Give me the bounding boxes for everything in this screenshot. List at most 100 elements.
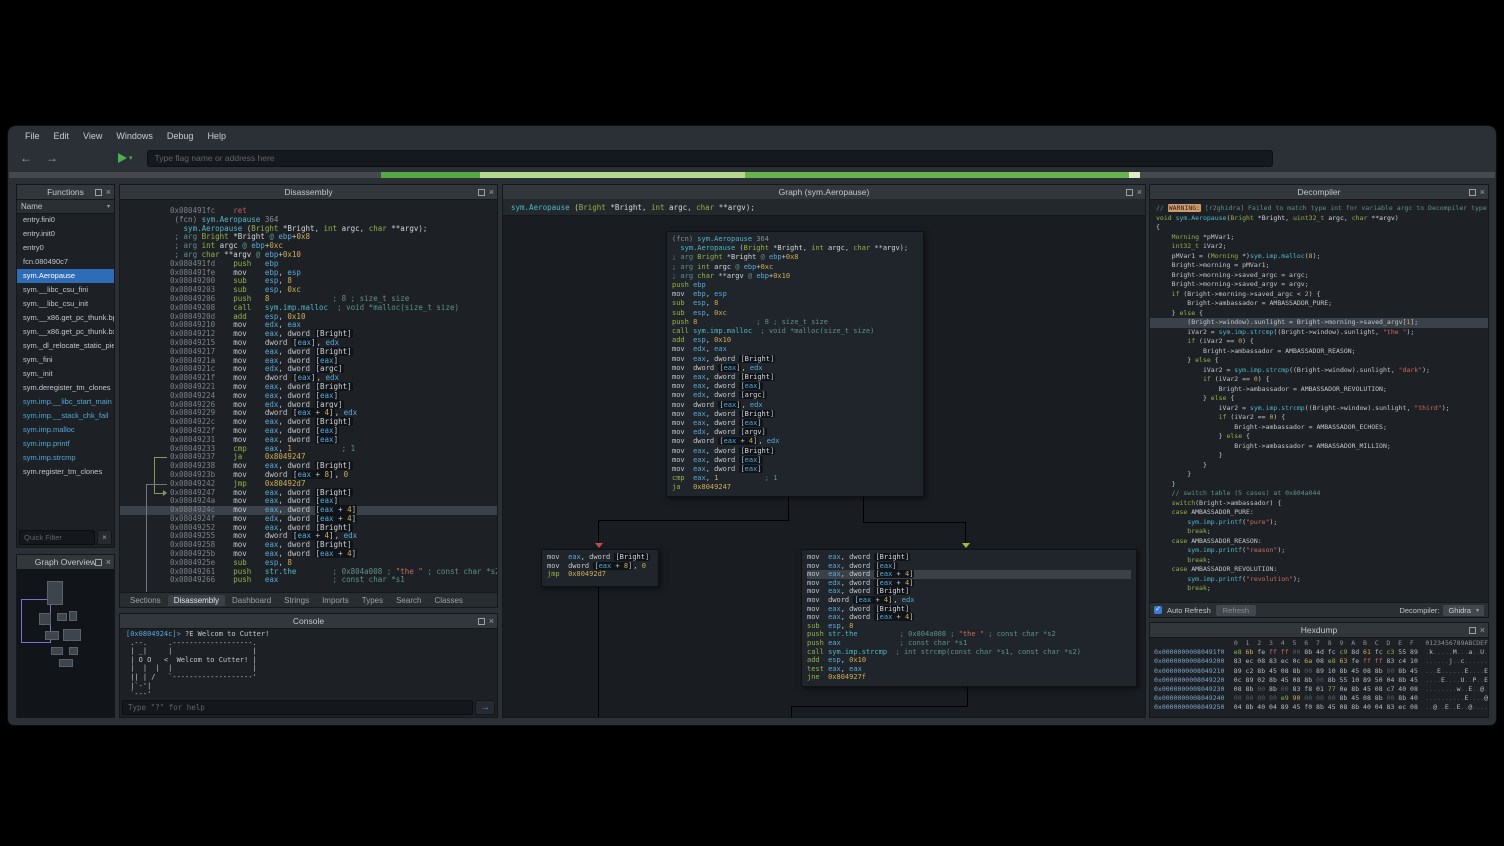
- graph-node-line[interactable]: mov eax, dword [Bright]: [672, 373, 918, 382]
- graph-node-line[interactable]: mov eax, dword [eax]: [672, 465, 918, 474]
- graph-node-line[interactable]: mov eax, dword [eax]: [807, 562, 1131, 571]
- undock-icon[interactable]: [1469, 189, 1476, 196]
- tab-classes[interactable]: Classes: [428, 595, 468, 606]
- graph-node-line[interactable]: call sym.imp.strcmp ; int strcmp(const c…: [807, 648, 1131, 657]
- decompiler-line[interactable]: Bright->ambassador = AMBASSADOR_PURE;: [1150, 299, 1488, 309]
- graph-node-line[interactable]: mov dword [eax + 8], 0: [547, 562, 653, 571]
- decompiler-line[interactable]: }: [1150, 451, 1488, 461]
- menu-item-debug[interactable]: Debug: [160, 129, 201, 143]
- function-list-item[interactable]: sym.imp.strcmp: [17, 451, 114, 465]
- memory-map-bar[interactable]: [9, 172, 1495, 178]
- function-list-item[interactable]: sym.imp.__libc_start_main: [17, 395, 114, 409]
- address-input[interactable]: [147, 150, 1273, 167]
- decompiler-line[interactable]: if (Bright->morning->saved_argc < 2) {: [1150, 290, 1488, 300]
- graph-node-line[interactable]: mov dword [eax], edx: [672, 401, 918, 410]
- decompiler-line[interactable]: iVar2 = sym.imp.strcmp((Bright->window).…: [1150, 366, 1488, 376]
- decompiler-line[interactable]: switch(Bright->ambassador) {: [1150, 499, 1488, 509]
- graph-node-line[interactable]: mov edx, dword [eax + 4]: [807, 579, 1131, 588]
- decompiler-line[interactable]: // switch table (5 cases) at 0x804a044: [1150, 489, 1488, 499]
- decompiler-line[interactable]: sym.imp.printf("reason");: [1150, 546, 1488, 556]
- tab-disassembly[interactable]: Disassembly: [168, 595, 225, 606]
- function-list-item[interactable]: sym.__x86.get_pc_thunk.bx: [17, 325, 114, 339]
- console-line[interactable]: .--. .-------------------.: [126, 639, 495, 648]
- graph-node-line[interactable]: add esp, 0x10: [807, 656, 1131, 665]
- graph-node-entry[interactable]: (fcn) sym.Aeropause 364 sym.Aeropause (B…: [666, 231, 924, 497]
- graph-node-line[interactable]: mov dword [eax + 4], edx: [672, 437, 918, 446]
- decompiler-line[interactable]: }: [1150, 461, 1488, 471]
- function-list-item[interactable]: sym.__libc_csu_init: [17, 297, 114, 311]
- menu-item-edit[interactable]: Edit: [47, 129, 77, 143]
- decompiler-line[interactable]: sym.imp.printf("revolution");: [1150, 575, 1488, 585]
- continue-button[interactable]: ▾: [118, 153, 133, 163]
- decompiler-line[interactable]: } else {: [1150, 394, 1488, 404]
- graph-node-line[interactable]: sub esp, 0xc: [672, 309, 918, 318]
- graph-node-line[interactable]: mov eax, dword [Bright]: [547, 553, 653, 562]
- tab-search[interactable]: Search: [390, 595, 427, 606]
- close-icon[interactable]: ×: [489, 188, 494, 197]
- graph-node-line[interactable]: mov dword [eax], edx: [672, 364, 918, 373]
- decompiler-line[interactable]: Bright->ambassador = AMBASSADOR_MILLION;: [1150, 442, 1488, 452]
- hexdump-row[interactable]: 0x00000000080492200c 89 02 8b 45 08 8b 0…: [1150, 676, 1488, 685]
- function-list-item[interactable]: sym.__libc_csu_fini: [17, 283, 114, 297]
- graph-node-line[interactable]: mov edx, eax: [672, 345, 918, 354]
- tab-dashboard[interactable]: Dashboard: [226, 595, 277, 606]
- close-icon[interactable]: ×: [1137, 188, 1142, 197]
- functions-column-header[interactable]: Name ▾: [17, 200, 114, 214]
- clear-filter-button[interactable]: ×: [97, 530, 112, 545]
- decompiler-line[interactable]: iVar2 = sym.imp.strcmp((Bright->window).…: [1150, 328, 1488, 338]
- decompiler-line[interactable]: void sym.Aeropause(Bright *Bright, uint3…: [1150, 214, 1488, 224]
- decompiler-line[interactable]: Bright->ambassador = AMBASSADOR_REVOLUTI…: [1150, 385, 1488, 395]
- close-icon[interactable]: ×: [489, 617, 494, 626]
- decompiler-line[interactable]: if (iVar2 == 0) {: [1150, 375, 1488, 385]
- function-list-item[interactable]: sym._init: [17, 367, 114, 381]
- hexdump-row[interactable]: 0x000000000804920083 ec 08 83 ec 0c 6a 0…: [1150, 657, 1488, 666]
- decompiler-line[interactable]: Bright->morning->saved_argc = argc;: [1150, 271, 1488, 281]
- graph-node-line[interactable]: sub esp, 8: [672, 299, 918, 308]
- decompiler-line[interactable]: int32_t iVar2;: [1150, 242, 1488, 252]
- graph-node-line[interactable]: mov eax, dword [Bright]: [672, 410, 918, 419]
- graph-node-line[interactable]: mov ebp, esp: [672, 290, 918, 299]
- decompiler-line[interactable]: Bright->ambassador = AMBASSADOR_ECHOES;: [1150, 423, 1488, 433]
- graph-node-line[interactable]: mov eax, dword [eax + 4]: [807, 570, 1131, 579]
- undock-icon[interactable]: [478, 189, 485, 196]
- close-icon[interactable]: ×: [1480, 626, 1485, 635]
- graph-node-line[interactable]: sym.Aeropause (Bright *Bright, int argc,…: [672, 244, 918, 253]
- function-list-item[interactable]: sym.imp.malloc: [17, 423, 114, 437]
- chevron-down-icon[interactable]: ▾: [129, 154, 133, 162]
- menu-item-help[interactable]: Help: [200, 129, 233, 143]
- tab-sections[interactable]: Sections: [124, 595, 167, 606]
- graph-node-line[interactable]: mov eax, dword [Bright]: [807, 605, 1131, 614]
- graph-node-line[interactable]: mov eax, dword [eax]: [672, 382, 918, 391]
- undock-icon[interactable]: [95, 189, 102, 196]
- decompiler-line[interactable]: pMVar1 = (Morning *)sym.imp.malloc(8);: [1150, 252, 1488, 262]
- forward-button[interactable]: →: [44, 151, 60, 165]
- graph-node-line[interactable]: push str.the ; 0x804a008 ; "the " ; cons…: [807, 630, 1131, 639]
- graph-node-line[interactable]: cmp eax, 1 ; 1: [672, 474, 918, 483]
- tab-imports[interactable]: Imports: [316, 595, 355, 606]
- decompiler-line[interactable]: Bright->morning = pMVar1;: [1150, 261, 1488, 271]
- console-line[interactable]: || | / `-------------------': [126, 673, 495, 682]
- graph-node-false-branch[interactable]: mov eax, dword [Bright]mov dword [eax + …: [541, 549, 659, 587]
- graph-node-line[interactable]: ja 0x8049247: [672, 483, 918, 492]
- quick-filter-input[interactable]: [19, 530, 95, 545]
- decompiler-line[interactable]: }: [1150, 480, 1488, 490]
- decompiler-line[interactable]: if (iVar2 == 0) {: [1150, 337, 1488, 347]
- graph-node-line[interactable]: ; arg int argc @ ebp+0xc: [672, 263, 918, 272]
- decompiler-line[interactable]: }: [1150, 470, 1488, 480]
- decompiler-line[interactable]: sym.imp.printf("pure");: [1150, 518, 1488, 528]
- decompiler-select[interactable]: Ghidra ▾: [1443, 605, 1484, 616]
- decompiler-line[interactable]: case AMBASSADOR_REASON:: [1150, 537, 1488, 547]
- graph-node-line[interactable]: sub esp, 8: [807, 622, 1131, 631]
- graph-node-line[interactable]: ; arg Bright *Bright @ ebp+0x8: [672, 253, 918, 262]
- decompiler-line[interactable]: Bright->morning->saved_argv = argv;: [1150, 280, 1488, 290]
- graph-node-line[interactable]: mov eax, dword [Bright]: [672, 355, 918, 364]
- function-list-item[interactable]: sym.imp.printf: [17, 437, 114, 451]
- decompiler-line[interactable]: } else {: [1150, 432, 1488, 442]
- graph-node-true-branch[interactable]: mov eax, dword [Bright] mov eax, dword [e…: [801, 549, 1137, 687]
- close-icon[interactable]: ×: [106, 188, 111, 197]
- back-button[interactable]: ←: [18, 151, 34, 165]
- graph-node-line[interactable]: mov edx, dword [argc]: [672, 391, 918, 400]
- console-line[interactable]: | O O < Welcom to Cutter! |: [126, 656, 495, 665]
- console-line[interactable]: [0x0804924c]> ?E Welcom to Cutter!: [126, 630, 495, 639]
- console-line[interactable]: `---': [126, 690, 495, 699]
